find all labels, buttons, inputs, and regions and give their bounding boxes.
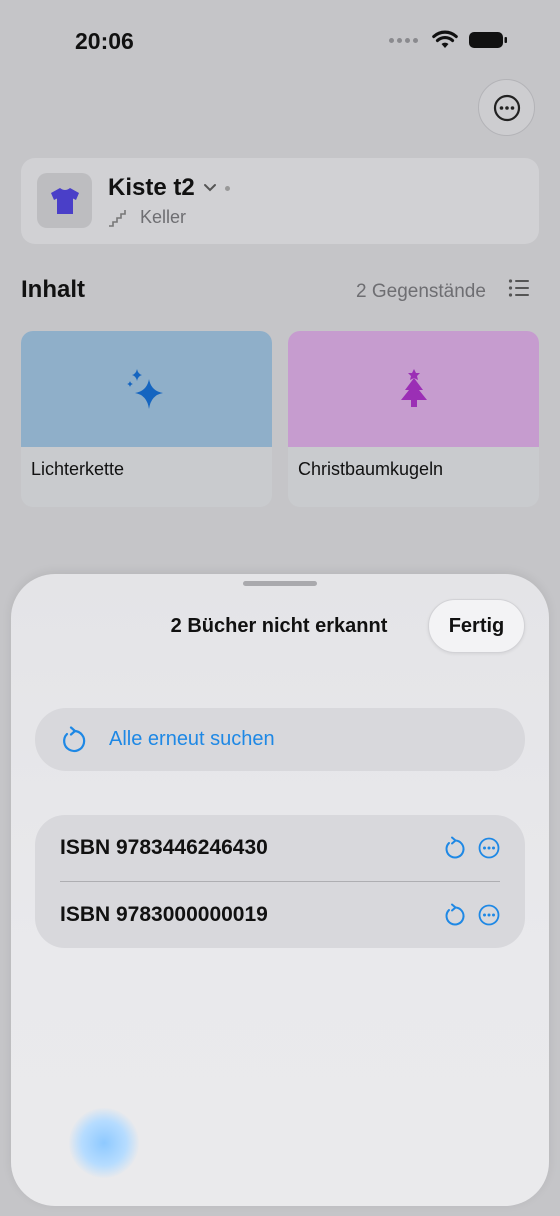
item-label: Lichterkette — [31, 459, 125, 479]
item-image — [288, 331, 539, 447]
retry-all-button[interactable]: Alle erneut suchen — [35, 708, 525, 771]
refresh-icon — [63, 725, 86, 752]
siri-glow — [69, 1108, 139, 1178]
list-item: ISBN 9783000000019 — [35, 882, 525, 948]
list-item: ISBN 9783446246430 — [35, 815, 525, 881]
box-location: Keller — [140, 207, 187, 227]
box-title-row[interactable]: Kiste t2 — [108, 174, 230, 202]
status-bar: 20:06 — [0, 0, 560, 84]
sheet-grabber[interactable] — [243, 581, 317, 586]
more-button[interactable] — [477, 903, 501, 927]
box-location-row: Keller — [108, 207, 186, 228]
status-dot — [224, 185, 230, 191]
refresh-icon — [445, 836, 465, 859]
item-count: 2 Gegenstände — [356, 281, 486, 302]
ellipsis-circle-icon — [478, 904, 500, 926]
isbn-text: ISBN 9783000000019 — [60, 903, 268, 926]
item-tile-lichterkette[interactable]: Lichterkette — [21, 331, 272, 507]
status-time: 20:06 — [75, 28, 134, 54]
list-view-icon[interactable] — [508, 278, 530, 298]
refresh-icon — [445, 903, 465, 926]
status-icons — [389, 30, 508, 50]
stairs-icon — [109, 209, 126, 227]
unrecognized-books-sheet: 2 Bücher nicht erkannt Fertig Alle erneu… — [11, 574, 549, 1206]
chevron-down-icon[interactable] — [203, 183, 217, 193]
more-options-button[interactable] — [478, 79, 535, 136]
more-button[interactable] — [477, 836, 501, 860]
ellipsis-circle-icon — [493, 94, 520, 121]
cellular-signal-icon — [389, 37, 418, 43]
retry-button[interactable] — [443, 903, 467, 927]
box-header-card[interactable]: Kiste t2 Keller — [21, 158, 539, 244]
battery-icon — [469, 32, 507, 48]
done-button[interactable]: Fertig — [428, 599, 525, 653]
item-image — [21, 331, 272, 447]
box-thumbnail — [37, 173, 92, 228]
wifi-icon — [432, 30, 458, 48]
retry-all-label: Alle erneut suchen — [109, 728, 275, 750]
christmas-tree-icon — [400, 369, 427, 407]
isbn-text: ISBN 9783446246430 — [60, 836, 268, 859]
item-label: Christbaumkugeln — [298, 459, 444, 479]
item-tile-christbaumkugeln[interactable]: Christbaumkugeln — [288, 331, 539, 507]
sparkles-icon — [126, 369, 163, 409]
tshirt-icon — [50, 187, 79, 214]
section-title: Inhalt — [21, 276, 85, 303]
ellipsis-circle-icon — [478, 837, 500, 859]
isbn-list: ISBN 9783446246430 ISBN 9783000000019 — [35, 815, 525, 948]
retry-button[interactable] — [443, 836, 467, 860]
box-title: Kiste t2 — [108, 174, 195, 201]
